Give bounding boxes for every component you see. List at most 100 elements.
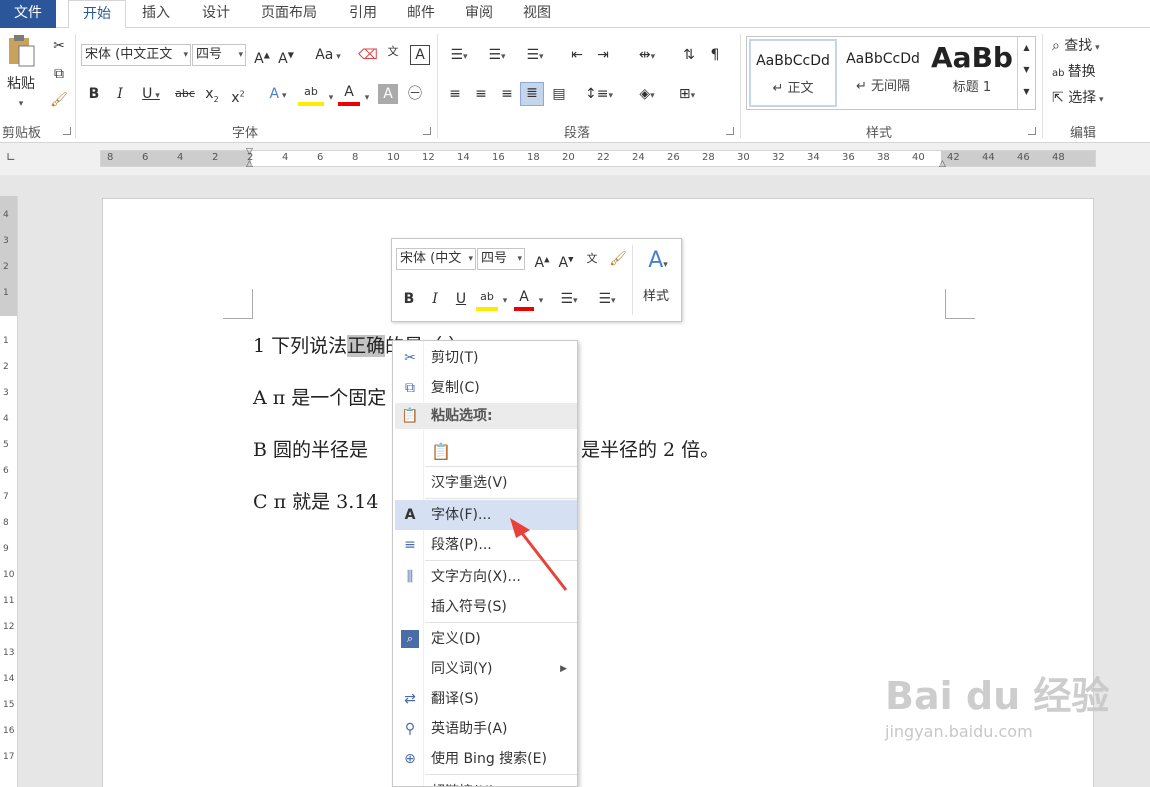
tab-review[interactable]: 审阅: [456, 0, 502, 28]
chevron-down-icon[interactable]: ▾: [468, 249, 473, 269]
mini-font-name-combo[interactable]: 宋体 (中文 ▾: [396, 248, 476, 270]
cut-button[interactable]: ✂: [48, 36, 70, 56]
font-color-button[interactable]: A: [338, 82, 360, 106]
tab-insert[interactable]: 插入: [132, 0, 180, 28]
paste-button[interactable]: 粘贴 ▾: [4, 34, 38, 114]
change-case-button[interactable]: Aa ▾: [310, 45, 346, 67]
mini-numbering-button[interactable]: ☰▾: [590, 289, 624, 311]
doc-line-2[interactable]: A π 是一个固定: [253, 383, 386, 410]
align-right-button[interactable]: ≡: [496, 84, 518, 104]
mini-format-painter-button[interactable]: 🖌: [608, 249, 628, 269]
menu-item-hyperlink[interactable]: ⊗ 超链接(H)...: [395, 777, 577, 786]
multilevel-list-button[interactable]: ☰▾: [520, 45, 550, 67]
character-border-button[interactable]: A: [410, 45, 430, 65]
show-marks-button[interactable]: ¶: [704, 45, 726, 65]
font-size-combo[interactable]: 四号 ▾: [192, 44, 246, 66]
numbering-button[interactable]: ☰▾: [482, 45, 512, 67]
superscript-button[interactable]: x2: [228, 84, 248, 108]
menu-item-synonyms[interactable]: 同义词(Y) ▶: [395, 654, 577, 684]
scroll-up-icon[interactable]: ▲: [1018, 37, 1035, 59]
enclose-characters-button[interactable]: ㊀: [404, 84, 426, 104]
scroll-down-icon[interactable]: ▼: [1018, 59, 1035, 81]
increase-indent-button[interactable]: ⇥: [592, 45, 614, 65]
justify-button[interactable]: ≣: [520, 82, 544, 106]
line-spacing-button[interactable]: ↕≡▾: [582, 84, 616, 106]
clear-format-button[interactable]: ⌫: [358, 45, 378, 65]
chevron-down-icon[interactable]: ▾: [517, 249, 522, 269]
chevron-down-icon[interactable]: ▾: [183, 45, 188, 65]
bold-button[interactable]: B: [84, 84, 104, 104]
font-name-combo[interactable]: 宋体 (中文正文 ▾: [81, 44, 191, 66]
grow-font-button[interactable]: A▲: [252, 45, 272, 69]
distributed-button[interactable]: ▤: [548, 84, 570, 104]
highlight-color-button[interactable]: ab: [298, 82, 324, 106]
format-painter-button[interactable]: 🖌: [48, 90, 70, 110]
tab-home[interactable]: 开始: [68, 0, 126, 29]
mini-highlight-dropdown[interactable]: ▾: [500, 289, 510, 311]
chinese-layout-button[interactable]: ⇹▾: [630, 45, 664, 67]
font-color-dropdown[interactable]: ▾: [362, 86, 372, 108]
shrink-font-button[interactable]: A▼: [276, 45, 296, 69]
font-launcher-icon[interactable]: [423, 127, 431, 135]
find-button[interactable]: ⌕ 查找 ▾: [1052, 36, 1126, 58]
horizontal-ruler[interactable]: ▽ △ △ 8 6 4 2 2 4 6 8 10 12 14 16 18 20 22 24 26 28 30 32 34…: [100, 147, 1096, 169]
align-left-button[interactable]: ≡: [444, 84, 466, 104]
mini-bullets-button[interactable]: ☰▾: [552, 289, 586, 311]
align-center-button[interactable]: ≡: [470, 84, 492, 104]
mini-font-color-dropdown[interactable]: ▾: [536, 289, 546, 311]
mini-font-size-combo[interactable]: 四号 ▾: [477, 248, 525, 270]
tab-view[interactable]: 视图: [514, 0, 560, 28]
style-normal[interactable]: AaBbCcDd ↵ 正文: [749, 39, 837, 107]
right-indent-marker[interactable]: △: [939, 159, 946, 169]
strikethrough-button[interactable]: abc: [172, 84, 198, 104]
underline-button[interactable]: U ▾: [136, 84, 166, 106]
select-button[interactable]: ⇱ 选择 ▾: [1052, 88, 1126, 110]
highlight-dropdown[interactable]: ▾: [326, 86, 336, 108]
shading-button[interactable]: ◈▾: [630, 84, 664, 106]
menu-item-english-assistant[interactable]: ⚲ 英语助手(A): [395, 714, 577, 744]
clipboard-launcher-icon[interactable]: [63, 127, 71, 135]
bullets-button[interactable]: ☰▾: [444, 45, 474, 67]
tab-mailings[interactable]: 邮件: [398, 0, 444, 28]
style-heading-1[interactable]: AaBb 标题 1: [927, 39, 1017, 107]
vertical-ruler[interactable]: 4 3 2 1 1 2 3 4 5 6 7 8 9 10 11 12 13 14 15 16 17: [0, 196, 18, 787]
mini-styles-button[interactable]: A▾: [640, 247, 676, 279]
text-effects-button[interactable]: A ▾: [260, 84, 296, 106]
menu-item-bing-search[interactable]: ⊕ 使用 Bing 搜索(E): [395, 744, 577, 774]
character-shading-button[interactable]: A: [378, 84, 398, 104]
menu-item-translate[interactable]: ⇄ 翻译(S): [395, 684, 577, 714]
tab-references[interactable]: 引用: [340, 0, 386, 28]
menu-item-reconvert[interactable]: 汉字重选(V): [395, 468, 577, 498]
mini-italic-button[interactable]: I: [426, 289, 444, 309]
doc-line-3-tail[interactable]: 是半径的 2 倍。: [581, 435, 719, 462]
tab-stop-selector[interactable]: ∟: [2, 148, 20, 166]
menu-item-cut[interactable]: ✂ 剪切(T): [395, 343, 577, 373]
subscript-button[interactable]: x2: [202, 84, 222, 110]
chevron-down-icon[interactable]: ▾: [238, 45, 243, 65]
selected-text[interactable]: 正确: [347, 335, 386, 357]
borders-button[interactable]: ⊞▾: [670, 84, 704, 106]
copy-button[interactable]: ⧉: [48, 64, 70, 84]
phonetic-guide-button[interactable]: 文: [382, 42, 404, 62]
menu-item-copy[interactable]: ⧉ 复制(C): [395, 373, 577, 403]
style-no-spacing[interactable]: AaBbCcDd ↵ 无间隔: [839, 39, 927, 107]
sort-button[interactable]: ⇅: [678, 45, 700, 65]
more-styles-icon[interactable]: ▼: [1018, 81, 1035, 103]
mini-bold-button[interactable]: B: [400, 289, 418, 309]
doc-line-3[interactable]: B 圆的半径是: [253, 435, 368, 462]
paste-keep-text-only-button[interactable]: 📋: [395, 431, 577, 465]
menu-item-define[interactable]: ⌕ 定义(D): [395, 624, 577, 654]
mini-font-color-button[interactable]: A: [514, 287, 534, 311]
tab-design[interactable]: 设计: [192, 0, 240, 28]
tab-page-layout[interactable]: 页面布局: [250, 0, 328, 28]
italic-button[interactable]: I: [110, 84, 130, 104]
mini-grow-font-button[interactable]: A▲: [532, 249, 552, 273]
replace-button[interactable]: ab 替换: [1052, 62, 1126, 84]
mini-shrink-font-button[interactable]: A▼: [556, 249, 576, 273]
mini-highlight-button[interactable]: ab: [476, 287, 498, 311]
styles-launcher-icon[interactable]: [1028, 127, 1036, 135]
styles-scrollbar[interactable]: ▲ ▼ ▼: [1017, 37, 1035, 109]
tab-file[interactable]: 文件: [0, 0, 56, 28]
mini-phonetic-button[interactable]: 文: [582, 249, 602, 269]
paragraph-launcher-icon[interactable]: [726, 127, 734, 135]
